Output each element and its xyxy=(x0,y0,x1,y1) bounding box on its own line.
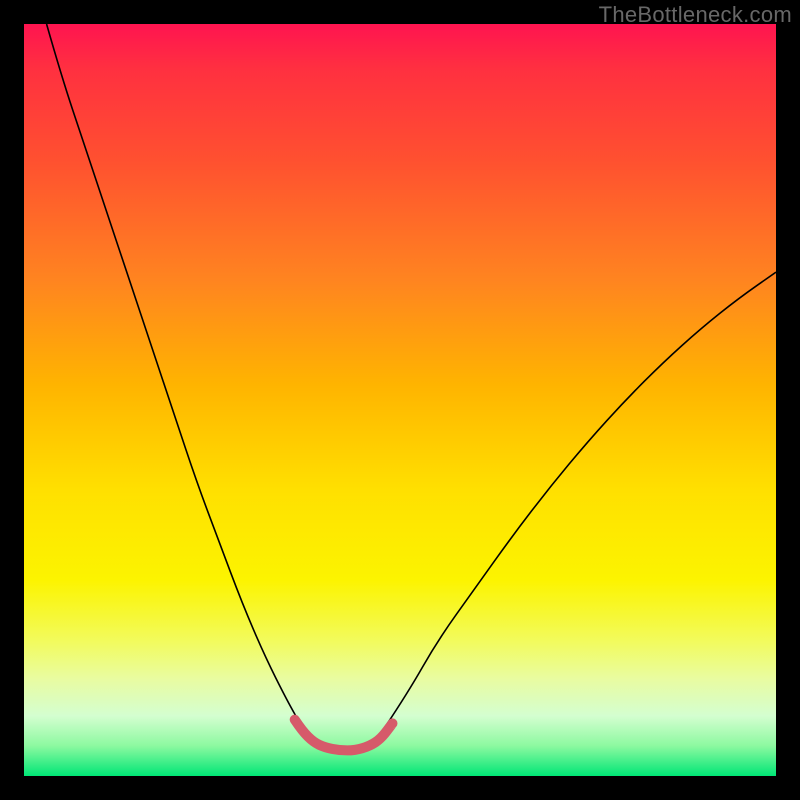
series-left-curve xyxy=(47,24,303,727)
chart-container: TheBottleneck.com xyxy=(0,0,800,800)
series-valley-highlight xyxy=(295,720,393,751)
series-right-curve xyxy=(385,272,776,727)
chart-curves xyxy=(47,24,776,750)
chart-svg xyxy=(24,24,776,776)
chart-plot-area xyxy=(24,24,776,776)
watermark-text: TheBottleneck.com xyxy=(599,2,792,28)
